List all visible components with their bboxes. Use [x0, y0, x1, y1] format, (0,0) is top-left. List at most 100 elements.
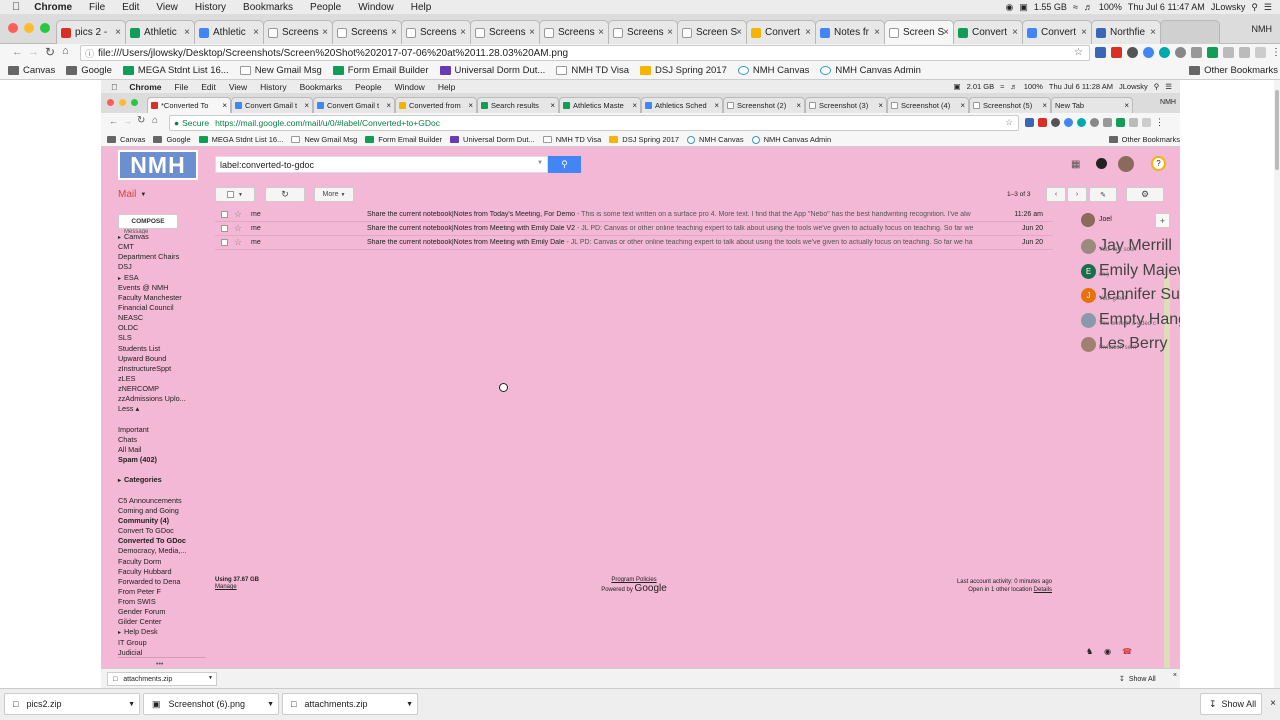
outer-tab[interactable]: Screens ×: [539, 20, 609, 44]
bookmark-td-visa[interactable]: NMH TD Visa: [556, 65, 629, 76]
outer-tab[interactable]: Athletic ×: [125, 20, 195, 44]
row-checkbox[interactable]: [221, 239, 228, 246]
user-name[interactable]: JLowsky: [1211, 2, 1246, 12]
outer-tab[interactable]: Screens ×: [401, 20, 471, 44]
sidebar-item[interactable]: IT Group: [118, 638, 208, 648]
sidebar-item[interactable]: Events @ NMH: [118, 283, 208, 293]
sidebar-item[interactable]: Coming and Going: [118, 506, 208, 516]
sidebar-item[interactable]: Community (4): [118, 516, 208, 526]
row-checkbox[interactable]: [221, 225, 228, 232]
search-dropdown-icon[interactable]: ▼: [537, 160, 543, 166]
apps-grid-icon[interactable]: ▦: [1071, 159, 1080, 170]
sidebar-item[interactable]: Gender Forum: [118, 607, 208, 617]
notifications-icon[interactable]: [1096, 158, 1107, 169]
profile-label[interactable]: NMH: [1252, 24, 1273, 34]
outer-tab[interactable]: Northfie ×: [1091, 20, 1161, 44]
outer-tab[interactable]: Athletic ×: [194, 20, 264, 44]
sidebar-item[interactable]: Democracy, Media,...: [118, 546, 208, 556]
bookmark-nmh-canvas[interactable]: NMH Canvas: [737, 65, 809, 76]
search-input[interactable]: label:converted-to-gdoc ▼: [215, 156, 548, 173]
close-icon[interactable]: ×: [529, 27, 535, 38]
outer-tab[interactable]: Screens ×: [332, 20, 402, 44]
expand-arrow-icon[interactable]: ▸: [118, 478, 121, 484]
mail-dropdown[interactable]: Mail ▼: [118, 189, 146, 200]
bookmark-google[interactable]: Google: [66, 65, 112, 76]
outer-tab-active[interactable]: Screen S ×: [884, 20, 954, 44]
chat-contact[interactable]: JJennifer SuttonYou: great: [1075, 286, 1180, 310]
outer-tab[interactable]: pics 2 - ×: [56, 20, 126, 44]
bookmark-form-email[interactable]: Form Email Builder: [332, 65, 429, 76]
menu-history[interactable]: History: [195, 2, 226, 13]
menu-view[interactable]: View: [156, 2, 178, 13]
close-icon[interactable]: ×: [322, 27, 328, 38]
record-icon[interactable]: ◉: [1006, 2, 1014, 13]
extension-icon[interactable]: [1239, 47, 1250, 58]
download-item[interactable]: □ pics2.zip ▼: [4, 693, 140, 715]
other-bookmarks[interactable]: Other Bookmarks: [1189, 65, 1278, 76]
close-icon[interactable]: ×: [115, 27, 121, 38]
outer-tab[interactable]: Notes fr ×: [815, 20, 885, 44]
menu-people[interactable]: People: [310, 2, 341, 13]
apple-icon[interactable]: : [12, 1, 20, 13]
sidebar-item[interactable]: Forwarded to Dena: [118, 577, 208, 587]
minimize-window-button[interactable]: [24, 23, 34, 33]
outer-tab[interactable]: Screens ×: [263, 20, 333, 44]
outer-tab[interactable]: Convert ×: [953, 20, 1023, 44]
close-icon[interactable]: ×: [736, 27, 742, 38]
outer-tab[interactable]: Convert ×: [746, 20, 816, 44]
back-icon[interactable]: ←: [12, 46, 23, 58]
bookmark-mega[interactable]: MEGA Stdnt List 16...: [122, 65, 229, 76]
more-button[interactable]: More ▼: [314, 187, 354, 202]
sidebar-item[interactable]: ▸ Canvas: [118, 232, 208, 242]
sidebar-item[interactable]: Financial Council: [118, 303, 208, 313]
sidebar-item[interactable]: Less ▴: [118, 404, 208, 414]
sidebar-item[interactable]: zLES: [118, 374, 208, 384]
menu-bookmarks[interactable]: Bookmarks: [243, 2, 293, 13]
extension-icon[interactable]: [1175, 47, 1186, 58]
sidebar-item[interactable]: ▸ ESA: [118, 273, 208, 283]
sidebar-item[interactable]: Spam (402): [118, 455, 208, 465]
extension-icon[interactable]: [1143, 47, 1154, 58]
sidebar-item[interactable]: SLS: [118, 333, 208, 343]
star-icon[interactable]: ☆: [1074, 47, 1083, 58]
sidebar-item[interactable]: zInstructureSppt: [118, 364, 208, 374]
sidebar-item[interactable]: From SWIS: [118, 597, 208, 607]
close-icon[interactable]: ×: [805, 27, 811, 38]
sidebar-item[interactable]: Faculty Manchester: [118, 293, 208, 303]
sidebar-item[interactable]: CMT: [118, 242, 208, 252]
close-icon[interactable]: ×: [1150, 27, 1156, 38]
download-item[interactable]: ▣ Screenshot (6).png ▼: [143, 693, 279, 715]
menu-dots-icon[interactable]: ⋮: [1271, 47, 1280, 58]
home-icon[interactable]: ⌂: [62, 45, 69, 57]
chevron-down-icon[interactable]: ▼: [406, 701, 413, 708]
star-icon[interactable]: ☆: [234, 223, 242, 234]
outer-address-bar[interactable]: ⓘ file:///Users/jlowsky/Desktop/Screensh…: [80, 45, 1090, 61]
bookmark-canvas[interactable]: Canvas: [8, 65, 55, 76]
close-icon[interactable]: ×: [598, 27, 604, 38]
viewer-scrollbar[interactable]: [1274, 80, 1280, 688]
sidebar-item[interactable]: ▸ Categories: [118, 475, 208, 485]
select-checkbox-button[interactable]: ▼: [215, 187, 255, 202]
menu-file[interactable]: File: [89, 2, 105, 13]
sidebar-item[interactable]: Gilder Center: [118, 617, 208, 627]
my-avatar[interactable]: [1081, 213, 1095, 227]
chat-contact[interactable]: Les Berry Invitation sent: [1075, 335, 1175, 359]
menu-app[interactable]: Chrome: [34, 2, 72, 13]
forward-icon[interactable]: →: [28, 46, 39, 58]
nmh-logo[interactable]: NMH: [118, 150, 198, 180]
person-icon[interactable]: ♞: [1086, 647, 1093, 656]
extension-icon[interactable]: [1191, 47, 1202, 58]
outer-tab[interactable]: Screen S ×: [677, 20, 747, 44]
account-avatar[interactable]: [1118, 156, 1134, 172]
new-tab-button[interactable]: [1160, 20, 1220, 44]
extension-icon[interactable]: [1207, 47, 1218, 58]
maximize-window-button[interactable]: [40, 23, 50, 33]
notification-icon[interactable]: ☰: [1264, 2, 1272, 13]
table-row[interactable]: ☆ me Share the current notebook|Notes from…: [215, 222, 1053, 236]
sidebar-item[interactable]: Important: [118, 425, 208, 435]
close-icon[interactable]: ×: [184, 27, 190, 38]
wifi-icon[interactable]: ≈: [1073, 2, 1078, 12]
sidebar-item[interactable]: Department Chairs: [118, 252, 208, 262]
sidebar-item[interactable]: Faculty Hubbard: [118, 567, 208, 577]
expand-arrow-icon[interactable]: ▸: [118, 276, 121, 282]
